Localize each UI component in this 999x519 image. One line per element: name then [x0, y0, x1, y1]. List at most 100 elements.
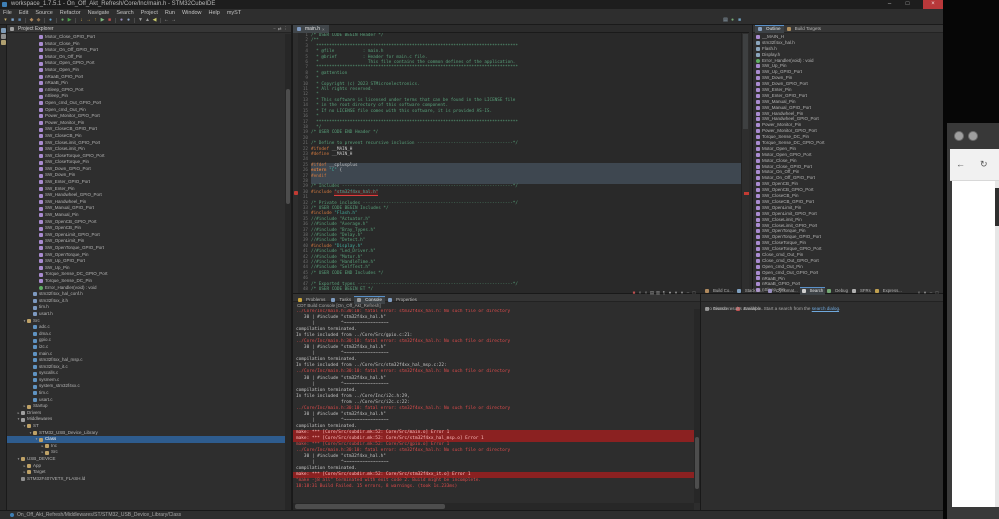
- tree-item[interactable]: ▸ Startup: [7, 403, 285, 410]
- tree-item[interactable]: SW_Up_GPIO_Port: [7, 258, 285, 265]
- restore-view-icon-2[interactable]: [0, 34, 6, 39]
- tab-cyclomat-[interactable]: Cyclomat...: [766, 287, 800, 295]
- console-horizontal-scrollbar-thumb[interactable]: [295, 504, 445, 509]
- console-horizontal-scrollbar[interactable]: [293, 503, 694, 510]
- tree-item[interactable]: Open_cmd_Out_Pin: [7, 107, 285, 114]
- menu-project[interactable]: Project: [141, 10, 158, 16]
- error-marker-icon[interactable]: [293, 190, 298, 195]
- tree-item[interactable]: Power_Monitor_Pin: [7, 120, 285, 127]
- tree-item[interactable]: ▾ USB_DEVICE: [7, 456, 285, 463]
- search-dialog-link[interactable]: search dialog: [812, 306, 839, 311]
- tree-item[interactable]: SW_CloseTorque_Pin: [7, 159, 285, 166]
- tree-item[interactable]: tim.c: [7, 390, 285, 397]
- tree-item[interactable]: stm32f4xx_it.c: [7, 364, 285, 371]
- link-with-editor-icon[interactable]: ⇄: [278, 25, 282, 33]
- console-output[interactable]: ../Core/Inc/main.h:30:10: fatal error: s…: [293, 309, 694, 503]
- tree-item[interactable]: syscalls.c: [7, 370, 285, 377]
- menu-navigate[interactable]: Navigate: [88, 10, 110, 16]
- tree-item[interactable]: SW_OpenTorque_Pin: [7, 252, 285, 259]
- secondary-window-scrollbar-thumb[interactable]: [995, 188, 999, 226]
- maximize-panel-icon[interactable]: □: [691, 289, 697, 296]
- tree-item[interactable]: SW_CloseCB_Pin: [7, 133, 285, 140]
- tree-item[interactable]: usart.c: [7, 397, 285, 404]
- tree-item[interactable]: SW_CloseLimit_GPIO_Port: [7, 140, 285, 147]
- tree-item[interactable]: SW_Enter_Pin: [7, 186, 285, 193]
- menu-edit[interactable]: Edit: [19, 10, 28, 16]
- avatar-icon-2[interactable]: [968, 131, 978, 141]
- tree-item[interactable]: nRaaB_GPIO_Port: [7, 74, 285, 81]
- tree-item[interactable]: ▾ Src: [7, 318, 285, 325]
- tab-stack-si-[interactable]: Stack Si...: [735, 287, 766, 295]
- refresh-icon[interactable]: ↻: [980, 158, 988, 170]
- minimize-button[interactable]: –: [882, 0, 897, 9]
- project-tree-scrollbar-thumb[interactable]: [286, 89, 290, 204]
- resume-icon[interactable]: ▶: [99, 17, 106, 24]
- step-over-icon[interactable]: →: [85, 17, 92, 24]
- tree-item[interactable]: SW_Manual_Pin: [7, 212, 285, 219]
- tree-item[interactable]: ▸ Drivers: [7, 410, 285, 417]
- tree-item[interactable]: SW_OpenCB_GPIO_Port: [7, 219, 285, 226]
- tree-item[interactable]: tim.h: [7, 304, 285, 311]
- tab-sfrs[interactable]: SFRs: [850, 287, 873, 295]
- tree-item[interactable]: Motor_Open_GPIO_Port: [7, 60, 285, 67]
- close-button[interactable]: ×: [923, 0, 943, 9]
- tree-item[interactable]: Torque_Sense_DC_Pin: [7, 278, 285, 285]
- tree-item[interactable]: gpio.c: [7, 337, 285, 344]
- editor-tab-close-icon[interactable]: ×: [322, 27, 325, 32]
- menu-run[interactable]: Run: [165, 10, 175, 16]
- tree-item[interactable]: SW_Handwheel_GPIO_Port: [7, 192, 285, 199]
- tree-item[interactable]: SW_Manual_GPIO_Port: [7, 205, 285, 212]
- tab-express-[interactable]: Express...: [873, 287, 904, 295]
- open-perspective-icon[interactable]: ▤: [722, 17, 729, 24]
- tree-item[interactable]: Motor_Open_Pin: [7, 67, 285, 74]
- tree-item[interactable]: SW_OpenCB_Pin: [7, 225, 285, 232]
- tab-debug[interactable]: Debug: [825, 287, 850, 295]
- tree-item[interactable]: SW_Down_GPIO_Port: [7, 166, 285, 173]
- tree-item[interactable]: ▸ Inc: [7, 443, 285, 450]
- tree-item[interactable]: ▾ STM32_USB_Device_Library: [7, 430, 285, 437]
- run-icon[interactable]: ▶: [66, 17, 73, 24]
- outline-list[interactable]: __MAIN_H stm32f4xx_hal.h Flash.h Display.h E…: [756, 34, 943, 293]
- tree-item[interactable]: ▸ Src: [7, 449, 285, 456]
- terminate-icon[interactable]: ■: [106, 17, 113, 24]
- editor-tab-main-h[interactable]: main.h ×: [293, 25, 329, 33]
- tree-item[interactable]: Power_Monitor_GPIO_Port: [7, 113, 285, 120]
- tree-item[interactable]: adc.c: [7, 324, 285, 331]
- tree-item[interactable]: nSleep_GPIO_Port: [7, 87, 285, 94]
- tree-item[interactable]: SW_CloseTorque_GPIO_Port: [7, 153, 285, 160]
- forward-icon[interactable]: →: [170, 17, 177, 24]
- tree-item[interactable]: usart.h: [7, 311, 285, 318]
- tab-search[interactable]: Search: [799, 286, 826, 295]
- menu-myst[interactable]: myST: [227, 10, 241, 16]
- overview-ruler[interactable]: [741, 33, 749, 293]
- editor-scrollbar-thumb[interactable]: [743, 34, 748, 129]
- new-wizard-icon[interactable]: ▾: [2, 17, 9, 24]
- step-return-icon[interactable]: ↑: [92, 17, 99, 24]
- tab-build-targets[interactable]: Build Targets: [784, 25, 824, 33]
- tree-item[interactable]: Open_cmd_Out_GPIO_Port: [7, 100, 285, 107]
- save-all-icon[interactable]: ■: [16, 17, 23, 24]
- tree-item[interactable]: SW_OpenLimit_GPIO_Port: [7, 232, 285, 239]
- tree-item[interactable]: dma.c: [7, 331, 285, 338]
- maximize-button[interactable]: □: [900, 0, 915, 9]
- tree-item[interactable]: Motor_Close_Pin: [7, 41, 285, 48]
- menu-refactor[interactable]: Refactor: [60, 10, 81, 16]
- overview-error-marker[interactable]: [743, 191, 749, 195]
- menu-source[interactable]: Source: [35, 10, 52, 16]
- build-icon[interactable]: ◆: [28, 17, 35, 24]
- step-into-icon[interactable]: ↓: [78, 17, 85, 24]
- previous-annotation-icon[interactable]: ▲: [144, 17, 151, 24]
- tree-item[interactable]: Motor_On_Off_GPIO_Port: [7, 47, 285, 54]
- tree-item[interactable]: SW_Enter_GPIO_Port: [7, 179, 285, 186]
- maximize-panel-icon[interactable]: □: [934, 289, 940, 296]
- tab-build-co-[interactable]: Build Co...: [703, 287, 735, 295]
- tree-item[interactable]: SW_Handwheel_Pin: [7, 199, 285, 206]
- tree-item[interactable]: SW_Up_Pin: [7, 265, 285, 272]
- back-icon[interactable]: ←: [163, 17, 170, 24]
- tree-item[interactable]: SW_Down_Pin: [7, 172, 285, 179]
- secondary-window-scrollbar[interactable]: [995, 181, 999, 507]
- menu-file[interactable]: File: [3, 10, 12, 16]
- save-icon[interactable]: ■: [9, 17, 16, 24]
- tab-outline[interactable]: Outline: [755, 24, 784, 33]
- tree-item[interactable]: Motor_Close_GPIO_Port: [7, 34, 285, 41]
